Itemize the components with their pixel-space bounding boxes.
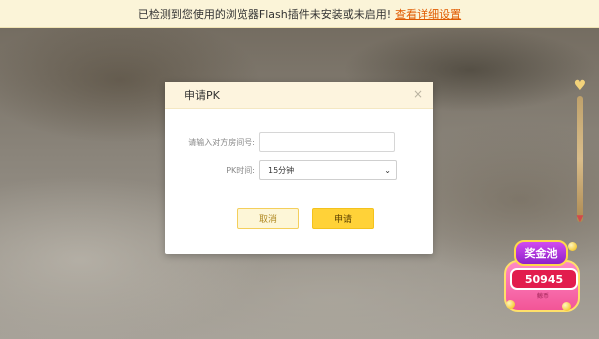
chevron-down-icon: ⌄ bbox=[384, 165, 391, 175]
prize-pool-amount: 50945 bbox=[510, 268, 578, 290]
prize-pool-unit: 鲸币 bbox=[536, 293, 549, 300]
decor-ball bbox=[568, 242, 577, 251]
close-icon[interactable]: × bbox=[411, 87, 425, 101]
room-number-row: 请输入对方房间号: bbox=[165, 132, 395, 152]
pk-time-label: PK时间: bbox=[226, 165, 255, 175]
view-settings-link[interactable]: 查看详细设置 bbox=[395, 6, 461, 22]
apply-button[interactable]: 申请 bbox=[312, 208, 374, 229]
prize-pool-widget[interactable]: 奖金池 50945 鲸币 bbox=[502, 240, 584, 318]
decor-ball bbox=[506, 300, 515, 309]
pk-time-selected-value: 15分钟 bbox=[268, 165, 295, 175]
pk-request-dialog: 申请PK × 请输入对方房间号: PK时间: 15分钟 ⌄ 取消 申请 bbox=[165, 82, 433, 254]
flash-warning-bar: 已检测到您使用的浏览器Flash插件未安装或未启用! 查看详细设置 bbox=[0, 0, 599, 28]
room-number-label: 请输入对方房间号: bbox=[188, 137, 255, 147]
side-progress-track bbox=[577, 96, 583, 222]
prize-pool-title: 奖金池 bbox=[514, 240, 568, 266]
room-number-input[interactable] bbox=[259, 132, 395, 152]
flash-warning-text: 已检测到您使用的浏览器Flash插件未安装或未启用! bbox=[137, 7, 392, 21]
cancel-button[interactable]: 取消 bbox=[237, 208, 299, 229]
decor-ball bbox=[562, 302, 571, 311]
dialog-title: 申请PK bbox=[184, 89, 220, 102]
heart-icon: ♥ bbox=[573, 78, 587, 94]
pk-time-select[interactable]: 15分钟 ⌄ bbox=[259, 160, 397, 180]
pk-time-row: PK时间: 15分钟 ⌄ bbox=[165, 160, 397, 180]
dialog-header: 申请PK × bbox=[165, 82, 433, 109]
arrow-down-icon: ▼ bbox=[576, 214, 584, 224]
